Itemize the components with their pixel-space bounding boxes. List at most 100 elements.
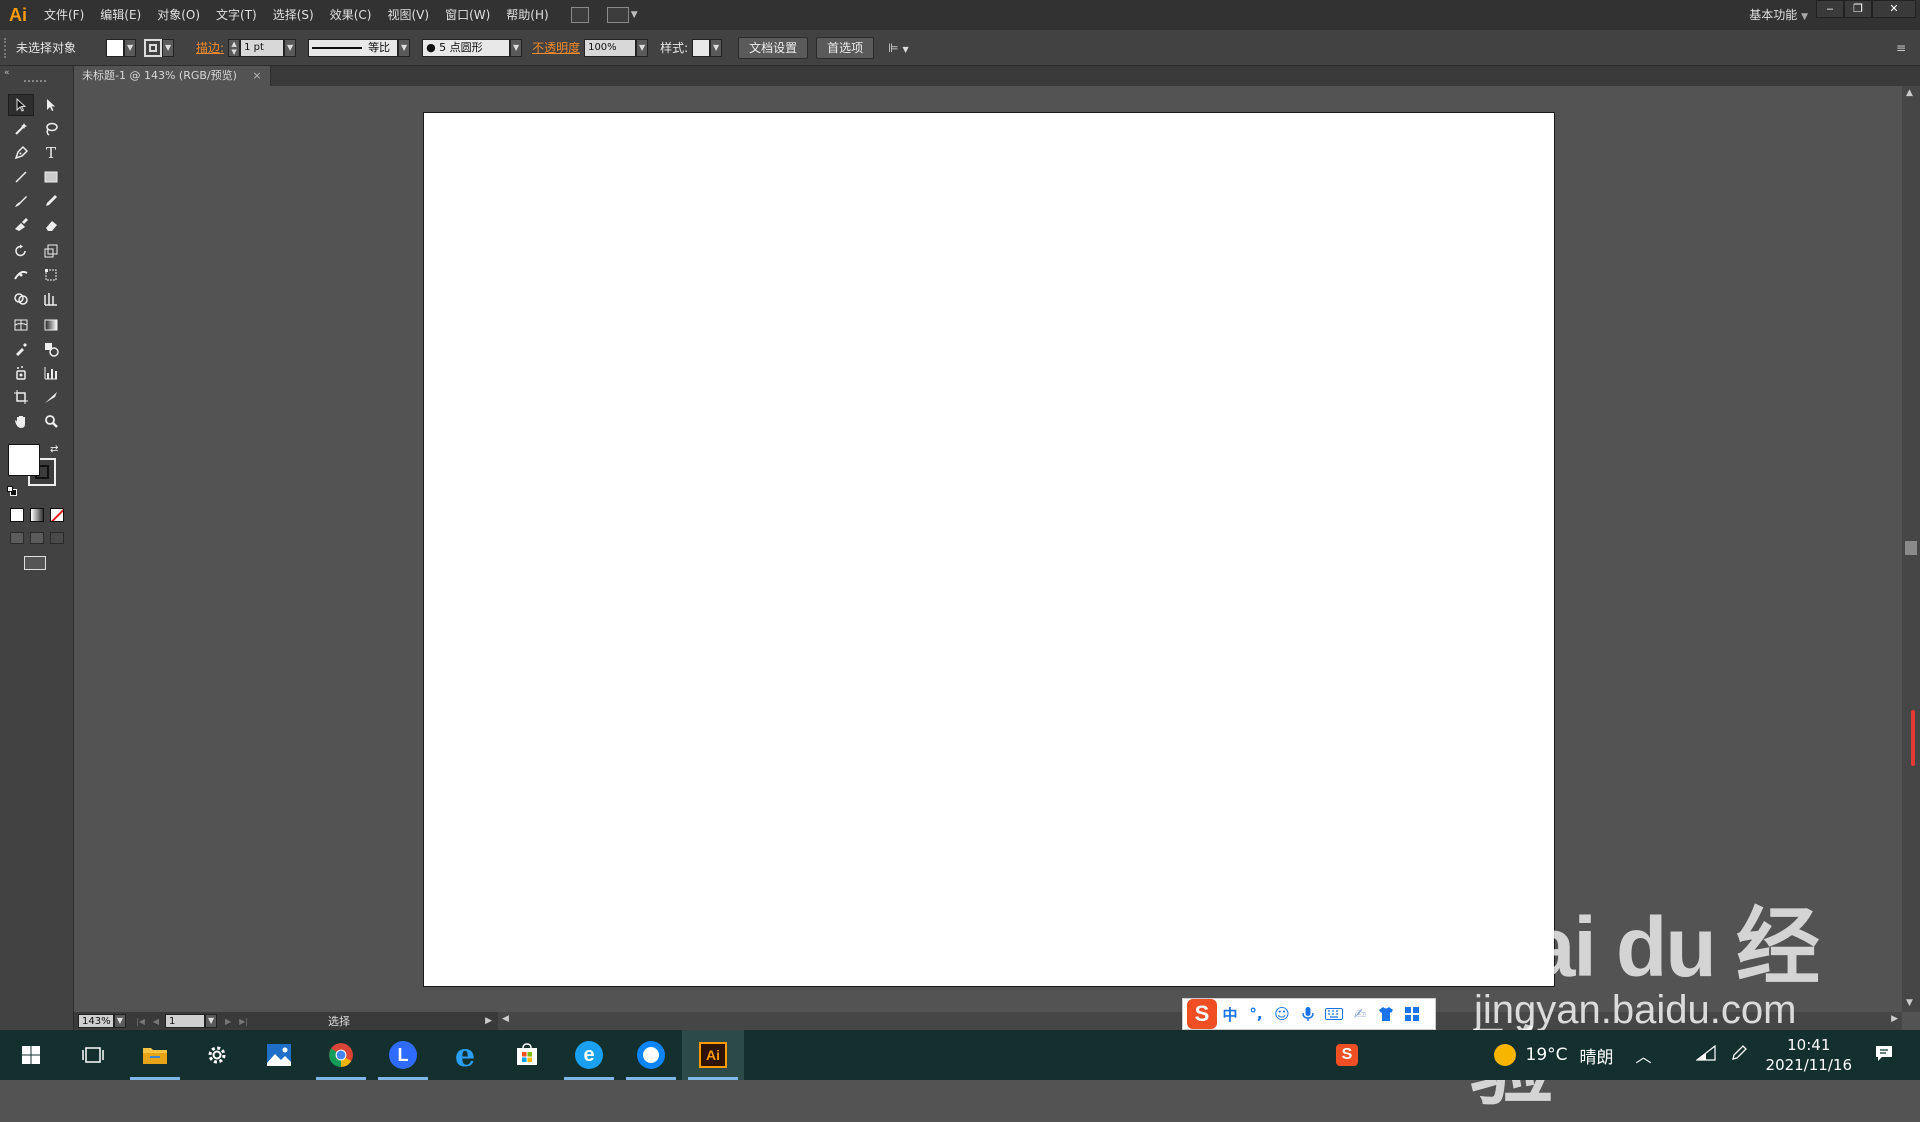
scroll-down-icon[interactable]: ▼ xyxy=(1906,998,1913,1008)
stroke-weight-control[interactable]: ▲▼ 1 pt ▼ xyxy=(228,39,296,57)
document-tab[interactable]: 未标题-1 @ 143% (RGB/预览) × xyxy=(74,66,271,86)
pencil-tool-icon[interactable] xyxy=(38,190,64,212)
type-tool-icon[interactable]: T xyxy=(38,142,64,164)
rotate-tool-icon[interactable] xyxy=(8,240,34,262)
magic-wand-tool-icon[interactable] xyxy=(8,118,34,140)
none-mode-icon[interactable] xyxy=(50,508,64,522)
chevron-down-icon[interactable]: ▼ xyxy=(205,1014,217,1028)
mesh-tool-icon[interactable] xyxy=(8,314,34,336)
swap-fill-stroke-icon[interactable]: ⇄ xyxy=(50,444,58,455)
menu-file[interactable]: 文件(F) xyxy=(36,0,92,30)
paintbrush-tool-icon[interactable] xyxy=(8,190,34,212)
color-mode-icon[interactable] xyxy=(10,508,24,522)
chevron-down-icon[interactable]: ▼ xyxy=(124,39,136,57)
panel-menu-icon[interactable]: ≡ xyxy=(1896,41,1906,55)
chrome-icon[interactable] xyxy=(310,1030,372,1080)
illustrator-taskbar-icon[interactable]: Ai xyxy=(682,1030,744,1080)
chevron-down-icon[interactable]: ▼ xyxy=(284,39,296,57)
notification-center-icon[interactable] xyxy=(1874,1043,1894,1068)
menu-edit[interactable]: 编辑(E) xyxy=(92,0,149,30)
stroke-color-control[interactable]: ▼ xyxy=(144,39,174,57)
ime-punctuation-toggle[interactable]: °, xyxy=(1243,1001,1269,1027)
stepper-icon[interactable]: ▲▼ xyxy=(228,39,240,57)
opacity-label[interactable]: 不透明度 xyxy=(532,39,580,56)
toolbox-grid-icon[interactable] xyxy=(1399,1001,1425,1027)
chevron-down-icon[interactable]: ▼ xyxy=(636,39,648,57)
stroke-weight-input[interactable]: 1 pt xyxy=(240,39,284,57)
restore-button[interactable]: ❐ xyxy=(1844,0,1872,18)
chevron-down-icon[interactable]: ▼ xyxy=(631,10,638,20)
chat-app-icon[interactable] xyxy=(620,1030,682,1080)
grip-handle[interactable] xyxy=(4,38,10,58)
stroke-swatch[interactable] xyxy=(144,39,162,57)
collapse-panel-icon[interactable]: « xyxy=(4,68,10,78)
vertical-scrollbar[interactable]: ▲ ▼ xyxy=(1902,86,1920,1012)
menu-window[interactable]: 窗口(W) xyxy=(437,0,498,30)
perspective-grid-tool-icon[interactable] xyxy=(38,288,64,310)
document-setup-button[interactable]: 文档设置 xyxy=(738,37,808,59)
slice-tool-icon[interactable] xyxy=(38,386,64,408)
artboard-number-field[interactable]: 1 xyxy=(165,1014,205,1028)
preferences-button[interactable]: 首选项 xyxy=(816,37,874,59)
opacity-control[interactable]: 100% ▼ xyxy=(584,39,648,57)
status-menu-icon[interactable]: ▶ xyxy=(485,1016,492,1026)
scroll-up-icon[interactable]: ▲ xyxy=(1906,88,1913,98)
keyboard-icon[interactable] xyxy=(1321,1001,1347,1027)
style-control[interactable]: ▼ xyxy=(692,39,722,57)
artboard-tool-icon[interactable] xyxy=(8,386,34,408)
profile-field[interactable]: 等比 xyxy=(308,39,398,57)
internet-explorer-icon[interactable]: e xyxy=(434,1030,496,1080)
menu-type[interactable]: 文字(T) xyxy=(208,0,265,30)
blend-tool-icon[interactable] xyxy=(38,338,64,360)
weather-description[interactable]: 晴朗 xyxy=(1580,1043,1614,1068)
stroke-label[interactable]: 描边: xyxy=(196,39,224,56)
menu-help[interactable]: 帮助(H) xyxy=(498,0,556,30)
brush-definition[interactable]: ● 5 点圆形 ▼ xyxy=(422,39,522,57)
width-tool-icon[interactable] xyxy=(8,264,34,286)
brush-field[interactable]: ● 5 点圆形 xyxy=(422,39,510,57)
handwriting-icon[interactable]: ✍ xyxy=(1347,1001,1373,1027)
symbol-sprayer-tool-icon[interactable] xyxy=(8,362,34,384)
fill-color-swatch[interactable] xyxy=(8,444,40,476)
zoom-field[interactable]: 143% xyxy=(78,1014,114,1028)
direct-selection-tool-icon[interactable] xyxy=(38,94,64,116)
emoji-icon[interactable]: ☺ xyxy=(1269,1001,1295,1027)
store-icon[interactable] xyxy=(496,1030,558,1080)
weather-sun-icon[interactable] xyxy=(1494,1044,1516,1066)
draw-behind-icon[interactable] xyxy=(30,532,44,544)
menu-select[interactable]: 选择(S) xyxy=(265,0,322,30)
scale-tool-icon[interactable] xyxy=(38,240,64,262)
pen-menu-icon[interactable] xyxy=(1730,1044,1748,1067)
draw-normal-icon[interactable] xyxy=(10,532,24,544)
eraser-tool-icon[interactable] xyxy=(38,214,64,236)
sogou-tray-icon[interactable]: S xyxy=(1336,1044,1358,1066)
chevron-down-icon[interactable]: ▼ xyxy=(114,1014,126,1028)
minimize-button[interactable]: ‒ xyxy=(1816,0,1844,18)
previous-artboard-icon[interactable]: ◀ xyxy=(153,1017,159,1026)
blob-brush-tool-icon[interactable] xyxy=(8,214,34,236)
artboard[interactable] xyxy=(423,112,1555,987)
bridge-icon[interactable] xyxy=(571,7,589,23)
screen-mode-icon[interactable] xyxy=(24,556,46,570)
sogou-logo-icon[interactable]: S xyxy=(1187,999,1217,1029)
menu-view[interactable]: 视图(V) xyxy=(379,0,437,30)
close-button[interactable]: ✕ xyxy=(1872,0,1916,18)
lark-l-icon[interactable]: L xyxy=(372,1030,434,1080)
photos-icon[interactable] xyxy=(248,1030,310,1080)
skin-shirt-icon[interactable] xyxy=(1373,1001,1399,1027)
chevron-down-icon[interactable]: ▼ xyxy=(398,39,410,57)
browser-e-icon[interactable]: e xyxy=(558,1030,620,1080)
fill-control[interactable]: ▼ xyxy=(106,39,136,57)
lasso-tool-icon[interactable] xyxy=(38,118,64,140)
close-tab-icon[interactable]: × xyxy=(252,69,261,82)
fill-swatch[interactable] xyxy=(106,39,124,57)
pen-tool-icon[interactable] xyxy=(8,142,34,164)
microphone-icon[interactable] xyxy=(1295,1001,1321,1027)
gradient-tool-icon[interactable] xyxy=(38,314,64,336)
workspace-switcher[interactable]: 基本功能 ▼ xyxy=(1749,0,1808,30)
ime-language-toggle[interactable]: 中 xyxy=(1217,1001,1243,1027)
menu-object[interactable]: 对象(O) xyxy=(149,0,208,30)
shape-builder-tool-icon[interactable] xyxy=(8,288,34,310)
task-view-icon[interactable] xyxy=(62,1030,124,1080)
column-graph-tool-icon[interactable] xyxy=(38,362,64,384)
